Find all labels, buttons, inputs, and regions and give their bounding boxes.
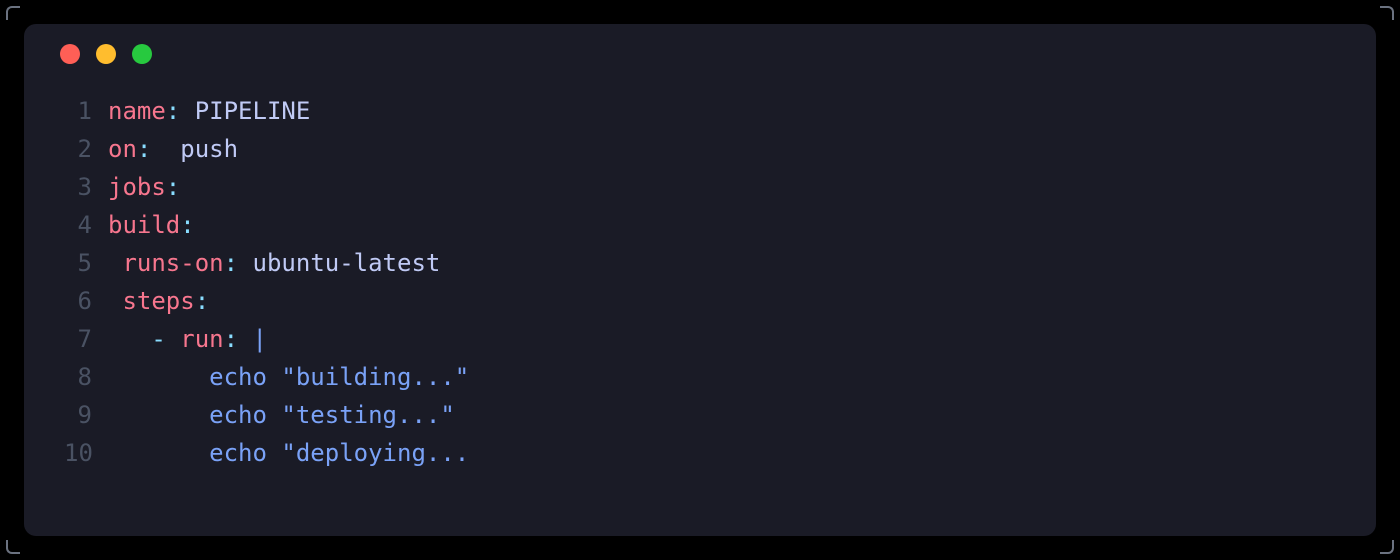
code-token bbox=[151, 135, 180, 163]
code-token bbox=[108, 325, 151, 353]
line-number: 7 bbox=[64, 320, 108, 358]
line-number: 6 bbox=[64, 282, 108, 320]
code-token: | bbox=[253, 325, 267, 353]
line-content: build: bbox=[108, 206, 195, 244]
code-line: 7 - run: | bbox=[64, 320, 1376, 358]
code-token: PIPELINE bbox=[195, 97, 311, 125]
line-content: jobs: bbox=[108, 168, 180, 206]
line-content: - run: | bbox=[108, 320, 267, 358]
code-token: : bbox=[195, 287, 209, 315]
code-line: 5 runs-on: ubuntu-latest bbox=[64, 244, 1376, 282]
code-token bbox=[108, 363, 209, 391]
code-token bbox=[108, 249, 122, 277]
line-content: echo "building..." bbox=[108, 358, 469, 396]
code-token bbox=[166, 325, 180, 353]
code-line: 4build: bbox=[64, 206, 1376, 244]
code-token: echo "deploying... bbox=[209, 439, 469, 467]
code-token: ubuntu-latest bbox=[253, 249, 441, 277]
code-token: : bbox=[224, 249, 238, 277]
code-token: name bbox=[108, 97, 166, 125]
code-token: - bbox=[151, 325, 165, 353]
line-number: 8 bbox=[64, 358, 108, 396]
code-token: steps bbox=[122, 287, 194, 315]
code-token bbox=[180, 97, 194, 125]
line-number: 3 bbox=[64, 168, 108, 206]
line-number: 1 bbox=[64, 92, 108, 130]
line-content: on: push bbox=[108, 130, 238, 168]
close-window-button[interactable] bbox=[60, 44, 80, 64]
code-token: : bbox=[166, 97, 180, 125]
window-traffic-lights bbox=[24, 44, 1376, 92]
line-content: echo "testing..." bbox=[108, 396, 455, 434]
code-token: : bbox=[180, 211, 194, 239]
code-line: 10 echo "deploying... bbox=[64, 434, 1376, 472]
code-token: echo "building..." bbox=[209, 363, 469, 391]
line-content: steps: bbox=[108, 282, 209, 320]
line-number: 4 bbox=[64, 206, 108, 244]
frame-corner bbox=[6, 540, 20, 554]
code-line: 1name: PIPELINE bbox=[64, 92, 1376, 130]
code-token bbox=[108, 287, 122, 315]
code-token: echo "testing..." bbox=[209, 401, 455, 429]
line-number: 9 bbox=[64, 396, 108, 434]
editor-window: 1name: PIPELINE2on: push3jobs:4build:5 r… bbox=[24, 24, 1376, 536]
line-number: 2 bbox=[64, 130, 108, 168]
code-token: on bbox=[108, 135, 137, 163]
code-token: jobs bbox=[108, 173, 166, 201]
line-content: echo "deploying... bbox=[108, 434, 469, 472]
code-token bbox=[238, 325, 252, 353]
code-line: 3jobs: bbox=[64, 168, 1376, 206]
code-token: : bbox=[224, 325, 238, 353]
code-line: 6 steps: bbox=[64, 282, 1376, 320]
code-line: 9 echo "testing..." bbox=[64, 396, 1376, 434]
code-token: : bbox=[137, 135, 151, 163]
frame-corner bbox=[6, 6, 20, 20]
line-number: 10 bbox=[64, 434, 108, 472]
code-token: build bbox=[108, 211, 180, 239]
line-number: 5 bbox=[64, 244, 108, 282]
line-content: name: PIPELINE bbox=[108, 92, 310, 130]
code-token bbox=[108, 401, 209, 429]
code-line: 8 echo "building..." bbox=[64, 358, 1376, 396]
code-token bbox=[108, 439, 209, 467]
code-editor-content[interactable]: 1name: PIPELINE2on: push3jobs:4build:5 r… bbox=[24, 92, 1376, 472]
code-token: run bbox=[180, 325, 223, 353]
line-content: runs-on: ubuntu-latest bbox=[108, 244, 440, 282]
minimize-window-button[interactable] bbox=[96, 44, 116, 64]
code-token bbox=[238, 249, 252, 277]
maximize-window-button[interactable] bbox=[132, 44, 152, 64]
code-token: : bbox=[166, 173, 180, 201]
frame-corner bbox=[1380, 540, 1394, 554]
frame-corner bbox=[1380, 6, 1394, 20]
code-token: runs-on bbox=[122, 249, 223, 277]
code-token: push bbox=[180, 135, 238, 163]
code-line: 2on: push bbox=[64, 130, 1376, 168]
